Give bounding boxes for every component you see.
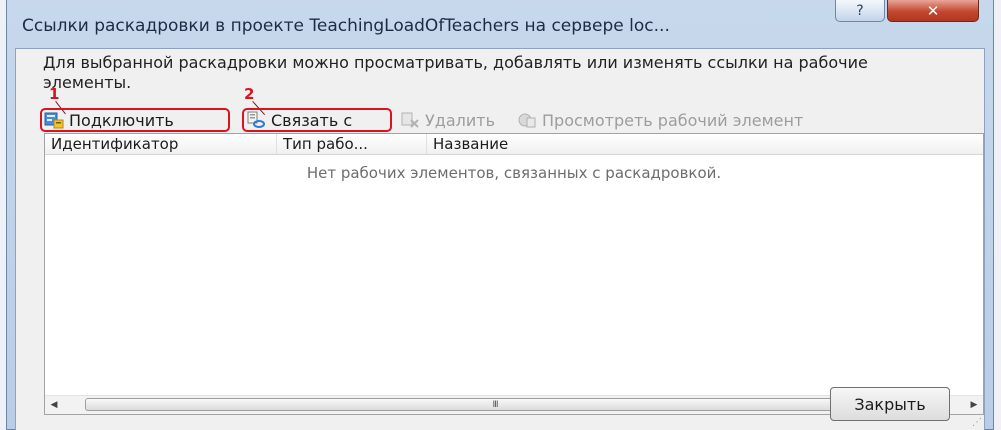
description-text: Для выбранной раскадровки можно просматр…	[43, 53, 868, 92]
view-work-item-icon	[517, 111, 537, 129]
view-work-item-button[interactable]: Просмотреть рабочий элемент	[515, 108, 807, 132]
title-bar[interactable]: Ссылки раскадровки в проекте TeachingLoa…	[7, 0, 993, 48]
scroll-right-icon[interactable]: ▶	[965, 396, 983, 414]
window-title: Ссылки раскадровки в проекте TeachingLoa…	[22, 16, 670, 36]
close-icon: ✕	[926, 1, 940, 20]
delete-button[interactable]: Удалить	[398, 108, 499, 132]
grid-header: Идентификатор Тип рабо... Название	[45, 134, 983, 155]
resize-grip-icon[interactable]: ⋰	[972, 417, 982, 428]
scrollbar-grip: III	[492, 399, 499, 410]
link-to-label: Связать с	[271, 110, 353, 130]
dialog-window: Ссылки раскадровки в проекте TeachingLoa…	[6, 0, 994, 430]
connect-button[interactable]: Подключить	[40, 108, 230, 132]
link-to-button[interactable]: Связать с	[242, 108, 392, 132]
help-button[interactable]: ?	[835, 0, 885, 22]
delete-icon	[400, 111, 420, 129]
connect-label: Подключить	[69, 110, 174, 130]
empty-message: Нет рабочих элементов, связанных с раска…	[306, 164, 722, 182]
column-header-id[interactable]: Идентификатор	[45, 134, 277, 154]
view-work-item-label: Просмотреть рабочий элемент	[542, 110, 804, 130]
column-header-title[interactable]: Название	[427, 134, 627, 154]
scroll-left-icon[interactable]: ◀	[45, 396, 63, 414]
work-items-grid[interactable]: Идентификатор Тип рабо... Название Нет р…	[44, 133, 984, 415]
connect-icon	[44, 111, 64, 129]
help-icon: ?	[856, 2, 864, 19]
column-header-type[interactable]: Тип рабо...	[277, 134, 427, 154]
close-dialog-button[interactable]: Закрыть	[830, 387, 950, 421]
link-icon	[246, 111, 266, 129]
delete-label: Удалить	[425, 110, 495, 130]
window-close-button[interactable]: ✕	[887, 0, 979, 22]
callout-number-1: 1	[49, 85, 60, 103]
scrollbar-thumb[interactable]: III	[85, 398, 905, 411]
dialog-body: Для выбранной раскадровки можно просматр…	[15, 48, 985, 430]
toolbar: Подключить Связать с Удалить Просмотреть…	[40, 107, 960, 133]
